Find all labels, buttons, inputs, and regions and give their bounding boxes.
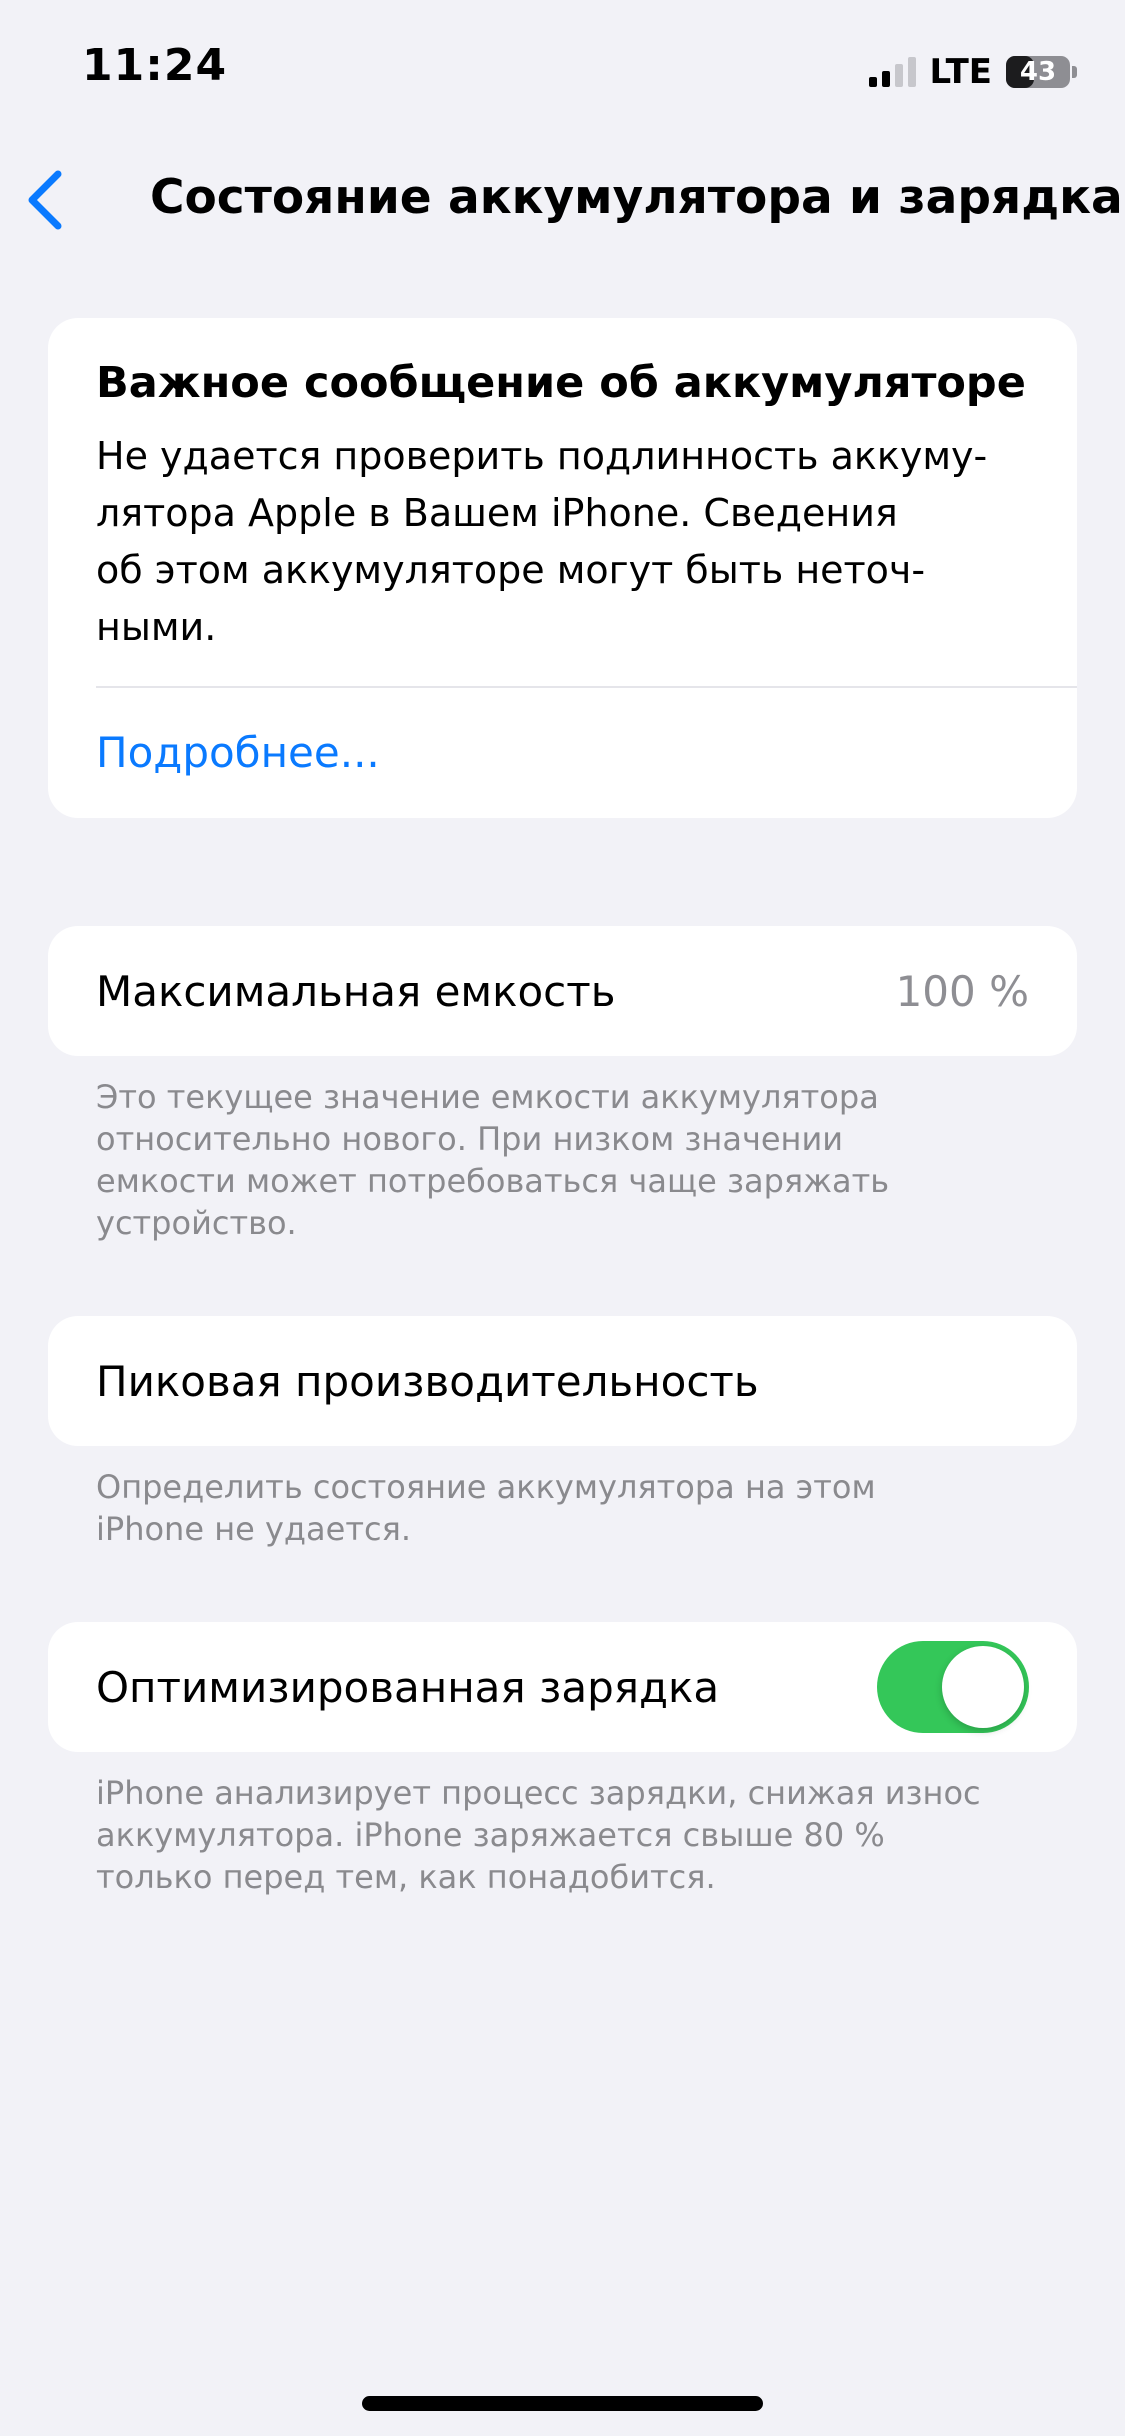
important-battery-message-card: Важное сообщение об аккумуляторе Не удае… bbox=[48, 318, 1077, 818]
chevron-left-icon[interactable] bbox=[22, 168, 72, 232]
toggle-knob bbox=[942, 1646, 1024, 1728]
important-message-title: Важное сообщение об аккумуляторе bbox=[96, 358, 1026, 408]
network-type: LTE bbox=[929, 52, 992, 92]
home-indicator[interactable] bbox=[362, 2396, 763, 2411]
optimized-charging-row: Оптимизированная зарядка bbox=[48, 1622, 1077, 1752]
page-title: Состояние аккумулятора и зарядка bbox=[150, 170, 1123, 225]
max-capacity-value: 100 % bbox=[895, 967, 1029, 1016]
peak-performance-footnote: Определить состояние аккумулятора на это… bbox=[96, 1468, 876, 1548]
optimized-charging-footnote: iPhone анализирует процесс зарядки, сниж… bbox=[96, 1774, 981, 1896]
optimized-charging-toggle[interactable] bbox=[877, 1641, 1029, 1733]
battery-icon: 43 bbox=[1006, 56, 1070, 88]
cellular-signal-icon bbox=[868, 57, 916, 87]
max-capacity-row: Максимальная емкость 100 % bbox=[48, 926, 1077, 1056]
peak-performance-row: Пиковая производительность bbox=[48, 1316, 1077, 1446]
battery-percent: 43 bbox=[1019, 57, 1057, 87]
divider bbox=[96, 686, 1077, 688]
status-bar: 11:24 LTE 43 bbox=[0, 0, 1125, 140]
navigation-bar: Состояние аккумулятора и зарядка bbox=[0, 150, 1125, 250]
optimized-charging-label: Оптимизированная зарядка bbox=[96, 1663, 720, 1712]
status-indicators: LTE 43 bbox=[868, 52, 1077, 92]
status-time: 11:24 bbox=[82, 40, 228, 91]
learn-more-link[interactable]: Подробнее... bbox=[96, 728, 380, 777]
max-capacity-label: Максимальная емкость bbox=[96, 967, 616, 1016]
peak-performance-label: Пиковая производительность bbox=[96, 1357, 759, 1406]
important-message-body: Не удается проверить подлинность аккуму-… bbox=[96, 434, 988, 649]
battery-cap bbox=[1072, 66, 1077, 78]
max-capacity-footnote: Это текущее значение емкости аккумулятор… bbox=[96, 1078, 890, 1242]
